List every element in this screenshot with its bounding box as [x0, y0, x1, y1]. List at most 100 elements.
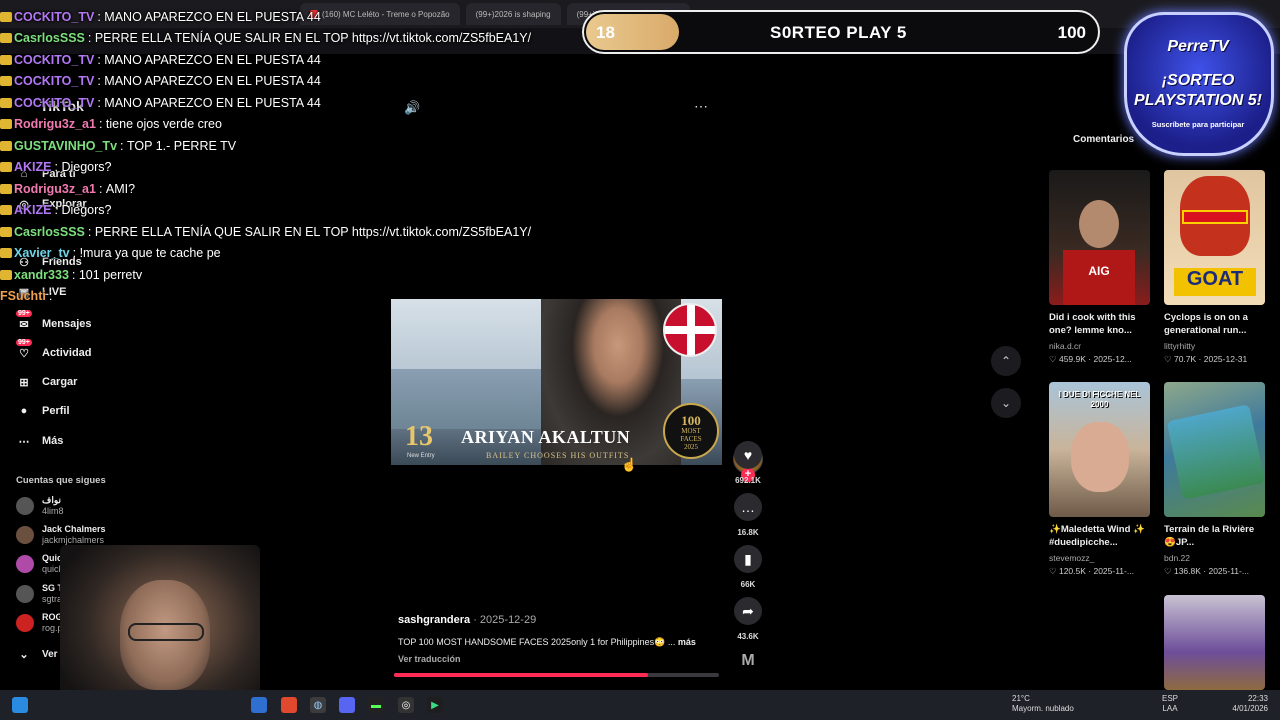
chat-message: CasrlosSSS: PERRE ELLA TENÍA QUE SALIR E… [0, 28, 620, 50]
related-video-card[interactable]: Terrain de la Rivière😍JP... bdn.22 ♡ 136… [1164, 382, 1265, 577]
discord-icon[interactable] [339, 697, 355, 713]
chevron-down-icon: ⌄ [1000, 396, 1012, 410]
chat-text: PERRE ELLA TENÍA QUE SALIR EN EL TOP htt… [94, 31, 532, 46]
sidebar-item-mas[interactable]: ⋯ Más [16, 433, 64, 449]
subscriber-badge-icon [0, 183, 12, 194]
obs-icon[interactable]: ◎ [398, 697, 414, 713]
terminal-icon[interactable]: ▬ [368, 697, 384, 713]
sidebar-item-actividad[interactable]: ♡ 99+ Actividad [16, 339, 92, 361]
giveaway-promo-badge: PerreTV ¡SORTEO PLAYSTATION 5! Suscríbet… [1118, 8, 1278, 158]
following-account[interactable]: نواف 4lim8 [16, 495, 64, 517]
heart-icon: ♥ [743, 447, 753, 463]
chat-text: !mura ya que te cache pe [79, 246, 221, 261]
more-icon: ⋯ [18, 435, 30, 448]
chat-message: CasrlosSSS: PERRE ELLA TENÍA QUE SALIR E… [0, 221, 620, 243]
video-progress-bar[interactable] [394, 673, 719, 677]
video-thumbnail: GOAT [1164, 170, 1265, 305]
language-indicator[interactable]: ESP LAA [1162, 694, 1178, 714]
translate-link[interactable]: Ver traducción [398, 654, 461, 664]
avatar [16, 614, 34, 632]
language-code: ESP [1162, 694, 1179, 703]
share-button[interactable]: ➦ [734, 597, 762, 625]
chat-username: AKIZE [14, 203, 52, 218]
sidebar-item-label: Actividad [42, 347, 92, 359]
like-button[interactable]: ♥ [734, 441, 762, 469]
chat-text: tiene ojos verde creo [105, 117, 222, 132]
caption-text-line: TOP 100 MOST HANDSOME FACES 2025only 1 f… [398, 637, 718, 648]
app-icon[interactable]: ◍ [310, 697, 326, 713]
sidebar-item-cargar[interactable]: ⊞ Cargar [16, 374, 77, 390]
related-video-card[interactable] [1164, 595, 1265, 690]
visor-icon [1182, 210, 1248, 224]
chat-message: Rodrigu3z_a1: AMI? [0, 178, 620, 200]
thumbnail-caption: GOAT [1174, 268, 1256, 296]
chat-username: COCKITO_TV [14, 9, 95, 24]
music-disc-icon[interactable]: M [728, 652, 768, 670]
chat-text: Diegors? [61, 160, 112, 175]
video-player[interactable]: 13 New Entry ARIYAN AKALTUN BAILEY CHOOS… [391, 299, 722, 465]
subscriber-badge-icon [0, 226, 12, 237]
subscriber-badge-icon [0, 119, 12, 130]
chat-message: FSuchti: [0, 289, 56, 304]
award-seal: 100 MOST FACES 2025 [663, 403, 719, 459]
sidebar-item-label: Mensajes [42, 318, 92, 330]
chat-username: GUSTAVINHO_Tv [14, 138, 118, 153]
folder-icon[interactable] [251, 697, 267, 713]
upload-icon: ⊞ [19, 376, 29, 389]
save-button[interactable]: ▮ [734, 545, 762, 573]
caption-more-link[interactable]: más [678, 637, 696, 647]
sidebar-item-label: Cargar [42, 376, 78, 388]
comment-button[interactable]: … [734, 493, 762, 521]
promo-line: ¡SORTEO [1161, 72, 1235, 89]
chat-username: Rodrigu3z_a1 [14, 181, 96, 196]
video-person-name: ARIYAN AKALTUN [461, 427, 631, 447]
next-video-button[interactable]: ⌄ [991, 388, 1021, 418]
previous-video-button[interactable]: ⌃ [991, 346, 1021, 376]
giveaway-title: S0RTEO PLAY 5 [770, 23, 907, 42]
chat-username: CasrlosSSS [14, 224, 85, 239]
chat-username: CasrlosSSS [14, 31, 85, 46]
chat-text: 101 perretv [78, 267, 143, 282]
system-clock[interactable]: 22:33 4/01/2026 [1224, 694, 1268, 714]
subscriber-badge-icon [0, 97, 12, 108]
mouse-cursor-icon: ☝ [621, 457, 638, 472]
sidebar-item-label: Perfil [42, 405, 70, 417]
following-title: Cuentas que sigues [16, 475, 106, 486]
account-name: Jack Chalmers [42, 524, 106, 534]
play-icon[interactable]: ▶ [427, 697, 443, 713]
chat-text: MANO APAREZCO EN EL PUESTA 44 [104, 9, 321, 24]
sidebar-item-mensajes[interactable]: ✉ 99+ Mensajes [16, 310, 92, 332]
thumbnail-jersey: AIG [1063, 250, 1135, 305]
chat-message: Rodrigu3z_a1: tiene ojos verde creo [0, 114, 620, 136]
sidebar-item-perfil[interactable]: ● Perfil [16, 403, 70, 419]
video-rank: 13 [405, 421, 433, 452]
subscriber-badge-icon [0, 162, 12, 173]
chat-text: TOP 1.- PERRE TV [126, 138, 237, 153]
chat-text: PERRE ELLA TENÍA QUE SALIR EN EL TOP htt… [94, 224, 532, 239]
chat-text: Diegors? [61, 203, 112, 218]
related-video-card[interactable]: GOAT Cyclops is on on a generational run… [1164, 170, 1265, 365]
related-video-card[interactable]: AIG Did i cook with this one? lemme kno.… [1049, 170, 1150, 365]
activity-icon: ♡ 99+ [16, 339, 32, 360]
subscriber-badge-icon [0, 33, 12, 44]
card-author: littyrhitty [1164, 341, 1196, 351]
chat-message: Xavier_tv: !mura ya que te cache pe [0, 243, 620, 265]
sidebar-item-label: Más [42, 435, 64, 447]
windows-start-icon[interactable] [12, 697, 28, 713]
save-count: 66K [740, 580, 756, 589]
video-thumbnail: AIG [1049, 170, 1150, 305]
brave-browser-icon[interactable] [281, 697, 297, 713]
caption-author[interactable]: sashgrandera [398, 614, 470, 626]
giveaway-goal: 100 [1057, 23, 1086, 42]
account-handle: 4lim8 [42, 506, 64, 516]
giveaway-progress-bar: 18 S0RTEO PLAY 5 100 [582, 10, 1100, 54]
weather-widget[interactable]: 21°C Mayorm. nublado [1012, 694, 1074, 714]
related-video-card[interactable]: I DUE DI FICCHE NEL 2000 ✨Maledetta Wind… [1049, 382, 1150, 577]
windows-taskbar [0, 690, 1280, 720]
following-account[interactable]: Jack Chalmers jackmjchalmers [16, 524, 106, 546]
caption-text: TOP 100 MOST HANDSOME FACES 2025only 1 f… [398, 637, 678, 647]
notification-badge: 99+ [16, 339, 32, 346]
chat-text: MANO APAREZCO EN EL PUESTA 44 [104, 95, 321, 110]
chat-username: COCKITO_TV [14, 52, 95, 67]
more-options-icon[interactable]: ⋯ [694, 98, 708, 115]
